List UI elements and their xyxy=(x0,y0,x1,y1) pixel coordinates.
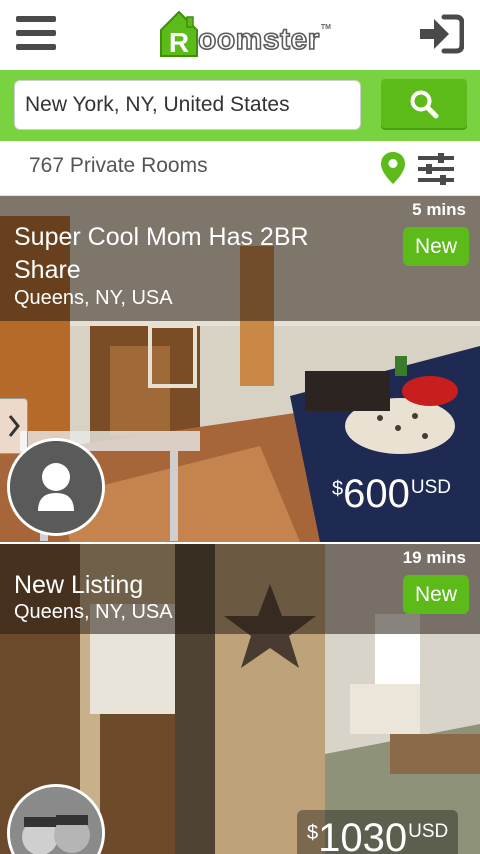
new-badge: New xyxy=(403,575,469,614)
listing-price: $ 600 USD xyxy=(332,472,451,516)
top-app-bar: R oomster TM xyxy=(0,0,480,70)
host-avatar[interactable] xyxy=(7,438,105,536)
listing-price: $ 1030 USD xyxy=(297,810,459,854)
hamburger-menu-icon[interactable] xyxy=(16,16,56,50)
host-photo xyxy=(10,787,102,854)
logo-house-icon: R xyxy=(160,10,198,57)
previous-photo-button[interactable] xyxy=(0,398,28,454)
chevron-right-icon xyxy=(8,415,20,437)
sign-in-icon[interactable] xyxy=(418,14,465,54)
price-currency: USD xyxy=(408,821,449,842)
posted-time: 5 mins xyxy=(412,200,466,219)
listing-title[interactable]: New Listing xyxy=(14,569,334,602)
posted-time: 19 mins xyxy=(402,548,466,567)
price-currency: USD xyxy=(410,477,451,498)
default-user-icon xyxy=(10,441,102,533)
search-icon xyxy=(410,90,439,118)
listing-location: Queens, NY, USA xyxy=(14,601,173,623)
roomster-logo[interactable]: R oomster TM xyxy=(160,9,331,57)
search-button[interactable] xyxy=(381,79,467,128)
price-amount: 600 xyxy=(343,472,410,516)
listing-title[interactable]: Super Cool Mom Has 2BR Share xyxy=(14,221,334,287)
result-count: 767 Private Rooms xyxy=(29,154,208,177)
listing-card[interactable]: New Listing Queens, NY, USA 19 mins New … xyxy=(0,544,480,854)
price-amount: 1030 xyxy=(318,816,408,854)
sliders-icon[interactable] xyxy=(418,153,454,185)
listing-location: Queens, NY, USA xyxy=(14,287,173,309)
map-pin-icon[interactable] xyxy=(380,151,406,185)
listing-card[interactable]: Super Cool Mom Has 2BR Share Queens, NY,… xyxy=(0,196,480,542)
results-filter-bar: 767 Private Rooms xyxy=(0,141,480,196)
location-search-input[interactable] xyxy=(14,80,361,130)
new-badge: New xyxy=(403,227,469,266)
search-bar xyxy=(0,70,480,141)
